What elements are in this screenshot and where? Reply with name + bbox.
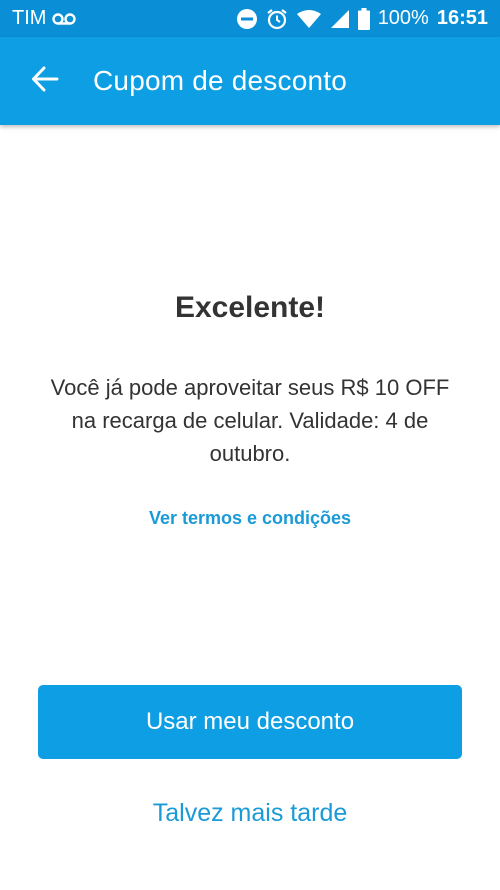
main-content: Excelente! Você já pode aproveitar seus … bbox=[0, 125, 500, 890]
coupon-message: Você já pode aproveitar seus R$ 10 OFF n… bbox=[50, 375, 450, 466]
status-bar-left: TIM bbox=[12, 7, 77, 30]
terms-link[interactable]: Ver termos e condições bbox=[0, 508, 500, 529]
alarm-icon bbox=[266, 8, 288, 30]
use-discount-button[interactable]: Usar meu desconto bbox=[38, 685, 462, 759]
page-title: Cupom de desconto bbox=[93, 65, 348, 96]
battery-level: 100% bbox=[377, 7, 429, 29]
battery-icon bbox=[357, 7, 370, 30]
status-bar: TIM 100% 16:51 bbox=[0, 0, 500, 37]
maybe-later-link[interactable]: Talvez mais tarde bbox=[0, 799, 500, 828]
signal-icon bbox=[330, 9, 350, 29]
voicemail-icon bbox=[52, 12, 77, 26]
carrier-name: TIM bbox=[12, 7, 47, 29]
app-bar: Cupom de desconto bbox=[0, 37, 500, 125]
arrow-left-icon bbox=[31, 66, 59, 97]
clock: 16:51 bbox=[436, 7, 488, 29]
success-headline: Excelente! bbox=[174, 291, 326, 324]
wifi-icon bbox=[296, 9, 322, 29]
status-bar-right: 100% 16:51 bbox=[236, 7, 488, 30]
back-button[interactable] bbox=[15, 51, 75, 111]
dnd-icon bbox=[236, 8, 258, 30]
